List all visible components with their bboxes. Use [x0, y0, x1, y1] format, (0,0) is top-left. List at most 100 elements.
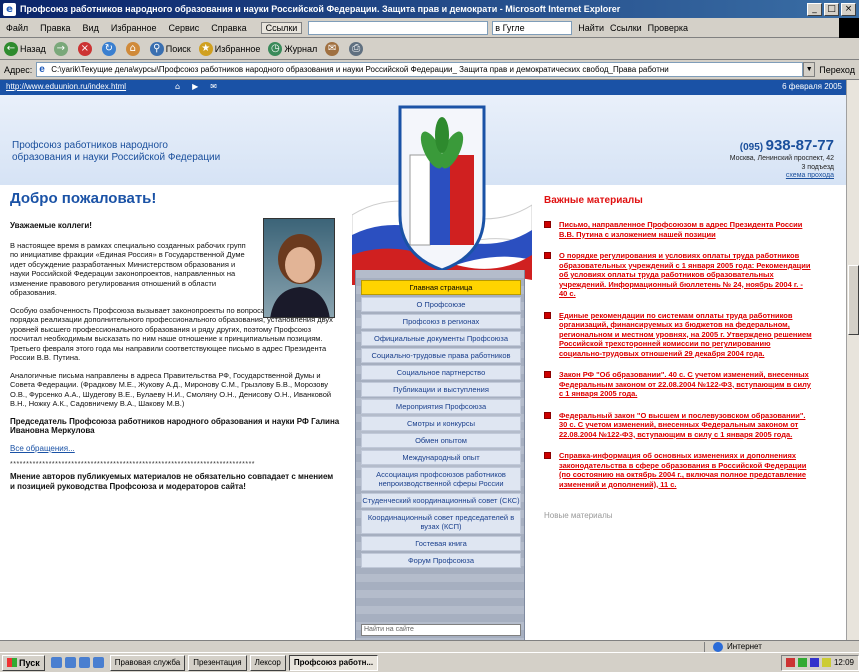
scrollbar-thumb[interactable]: [848, 265, 859, 335]
nav-item-association[interactable]: Ассоциация профсоюзов работников непроиз…: [361, 467, 521, 491]
mail-button[interactable]: ✉: [321, 41, 345, 56]
media-icon[interactable]: [92, 657, 104, 668]
nav-item-guestbook[interactable]: Гостевая книга: [361, 536, 521, 551]
menu-view[interactable]: Вид: [77, 23, 105, 33]
nav-item-university-council[interactable]: Координационный совет председателей в ву…: [361, 510, 521, 534]
nav-item-student-council[interactable]: Студенческий координационный совет (СКС): [361, 493, 521, 508]
important-item: Федеральный закон "О высшем и послевузов…: [544, 411, 812, 440]
star-icon: ★: [198, 41, 213, 56]
close-button[interactable]: ×: [841, 2, 856, 16]
history-icon: ◷: [268, 41, 283, 56]
address-input[interactable]: C:\yarik\Текущие дела\курсы\Профсоюз раб…: [36, 62, 804, 77]
windows-flag-icon: [7, 658, 17, 667]
links-button-2[interactable]: Ссылки: [610, 23, 642, 33]
stop-button[interactable]: ×: [74, 41, 98, 56]
nav-item-labor-rights[interactable]: Социально-трудовые права работников: [361, 348, 521, 363]
important-link-2[interactable]: О порядке регулирования и условиях оплат…: [559, 251, 812, 299]
clock: 12:09: [833, 658, 854, 667]
welcome-paragraph-3: Третьего февраля этого года мы направили…: [10, 343, 327, 363]
face: [285, 247, 315, 283]
menu-help[interactable]: Справка: [205, 23, 252, 33]
bullet-icon: [544, 221, 551, 228]
task-lexor[interactable]: Лексор: [249, 654, 286, 671]
important-link-6[interactable]: Справка-информация об основных изменения…: [559, 451, 812, 489]
menu-favorites[interactable]: Избранное: [105, 23, 163, 33]
tray-icon-3[interactable]: [809, 658, 819, 667]
tray-icon-4[interactable]: [821, 658, 831, 667]
status-bar: Интернет: [0, 640, 859, 652]
quick-launch: [50, 657, 104, 668]
union-emblem: [352, 105, 532, 285]
important-link-3[interactable]: Единые рекомендации по системам оплаты т…: [559, 311, 812, 359]
bullet-icon: [544, 452, 551, 459]
address-line1: Москва, Ленинский проспект, 42: [729, 155, 834, 162]
task-legal[interactable]: Правовая служба: [109, 654, 186, 671]
go-button[interactable]: Переход: [815, 65, 859, 75]
check-button[interactable]: Проверка: [648, 23, 688, 33]
tray-icon-2[interactable]: [797, 658, 807, 667]
home-icon[interactable]: ⌂: [175, 82, 180, 91]
search-engine-select[interactable]: в Гугле: [492, 20, 573, 35]
home-button[interactable]: ⌂: [122, 41, 146, 56]
mail-icon[interactable]: ✉: [210, 82, 217, 91]
ie-icon[interactable]: [64, 657, 76, 668]
nav-item-contests[interactable]: Смотры и конкурсы: [361, 416, 521, 431]
favorites-button[interactable]: ★ Избранное: [195, 41, 265, 56]
sitemap-icon[interactable]: ▶: [192, 82, 198, 91]
bullet-icon: [544, 252, 551, 259]
disclaimer: Мнение авторов публикуемых материалов не…: [10, 472, 334, 491]
back-button[interactable]: ← Назад: [0, 41, 50, 56]
links-button[interactable]: Ссылки: [260, 21, 303, 34]
menu-edit[interactable]: Правка: [34, 23, 76, 33]
window-title-bar[interactable]: e Профсоюз работников народного образова…: [0, 0, 859, 18]
nav-item-regions[interactable]: Профсоюз в регионах: [361, 314, 521, 329]
tray-icon-1[interactable]: [785, 658, 795, 667]
toolbar-search-input[interactable]: [308, 20, 489, 35]
favorites-label: Избранное: [214, 43, 261, 54]
address-dropdown-icon[interactable]: ▼: [803, 62, 816, 77]
site-url-link[interactable]: http://www.eduunion.ru/index.html: [6, 82, 126, 91]
minimize-button[interactable]: _: [807, 2, 822, 16]
back-arrow-icon: ←: [4, 41, 18, 56]
zone-label: Интернет: [727, 642, 762, 651]
nav-item-publications[interactable]: Публикации и выступления: [361, 382, 521, 397]
site-navigation: Главная страница О Профсоюзе Профсоюз в …: [355, 270, 525, 640]
task-browser[interactable]: Профсоюз работн...: [288, 654, 379, 671]
phone-number: 938-87-77: [765, 137, 834, 154]
start-button[interactable]: Пуск: [2, 654, 45, 671]
refresh-button[interactable]: ↻: [98, 41, 122, 56]
desktop-icon[interactable]: [50, 657, 62, 668]
outlook-icon[interactable]: [78, 657, 90, 668]
history-button[interactable]: ◷ Журнал: [264, 41, 321, 56]
important-link-5[interactable]: Федеральный закон "О высшем и послевузов…: [559, 411, 812, 440]
maximize-button[interactable]: □: [824, 2, 839, 16]
security-zone: Интернет: [704, 641, 859, 652]
org-name[interactable]: Профсоюз работников народного образовани…: [12, 140, 252, 164]
nav-item-partnership[interactable]: Социальное партнерство: [361, 365, 521, 380]
vertical-scrollbar[interactable]: [846, 80, 859, 640]
important-link-4[interactable]: Закон РФ "Об образовании". 40 с. С учето…: [559, 370, 812, 399]
task-presentation[interactable]: Презентация: [188, 654, 247, 671]
forward-button[interactable]: →: [50, 41, 74, 56]
route-map-link[interactable]: схема прохода: [730, 172, 834, 179]
address-bar: Адрес: C:\yarik\Текущие дела\курсы\Профс…: [0, 60, 859, 80]
nav-item-experience[interactable]: Обмен опытом: [361, 433, 521, 448]
mail-icon: ✉: [325, 41, 340, 56]
menu-file[interactable]: Файл: [0, 23, 34, 33]
jacket: [270, 287, 330, 317]
nav-item-international[interactable]: Международный опыт: [361, 450, 521, 465]
nav-item-home[interactable]: Главная страница: [361, 280, 521, 295]
important-link-1[interactable]: Письмо, направленное Профсоюзом в адрес …: [559, 220, 812, 239]
search-button[interactable]: ⚲ Поиск: [146, 41, 195, 56]
nav-item-about[interactable]: О Профсоюзе: [361, 297, 521, 312]
nav-item-documents[interactable]: Официальные документы Профсоюза: [361, 331, 521, 346]
site-date: 6 февраля 2005: [782, 82, 842, 91]
print-button[interactable]: ⎙: [345, 41, 369, 56]
nav-item-events[interactable]: Мероприятия Профсоюза: [361, 399, 521, 414]
menu-tools[interactable]: Сервис: [162, 23, 205, 33]
nav-item-forum[interactable]: Форум Профсоюза: [361, 553, 521, 568]
site-top-strip: http://www.eduunion.ru/index.html ⌂ ▶ ✉ …: [0, 80, 846, 95]
all-appeals-link[interactable]: Все обращения...: [10, 444, 340, 454]
site-search-input[interactable]: Найти на сайте: [361, 624, 521, 636]
find-button[interactable]: Найти: [578, 23, 604, 33]
